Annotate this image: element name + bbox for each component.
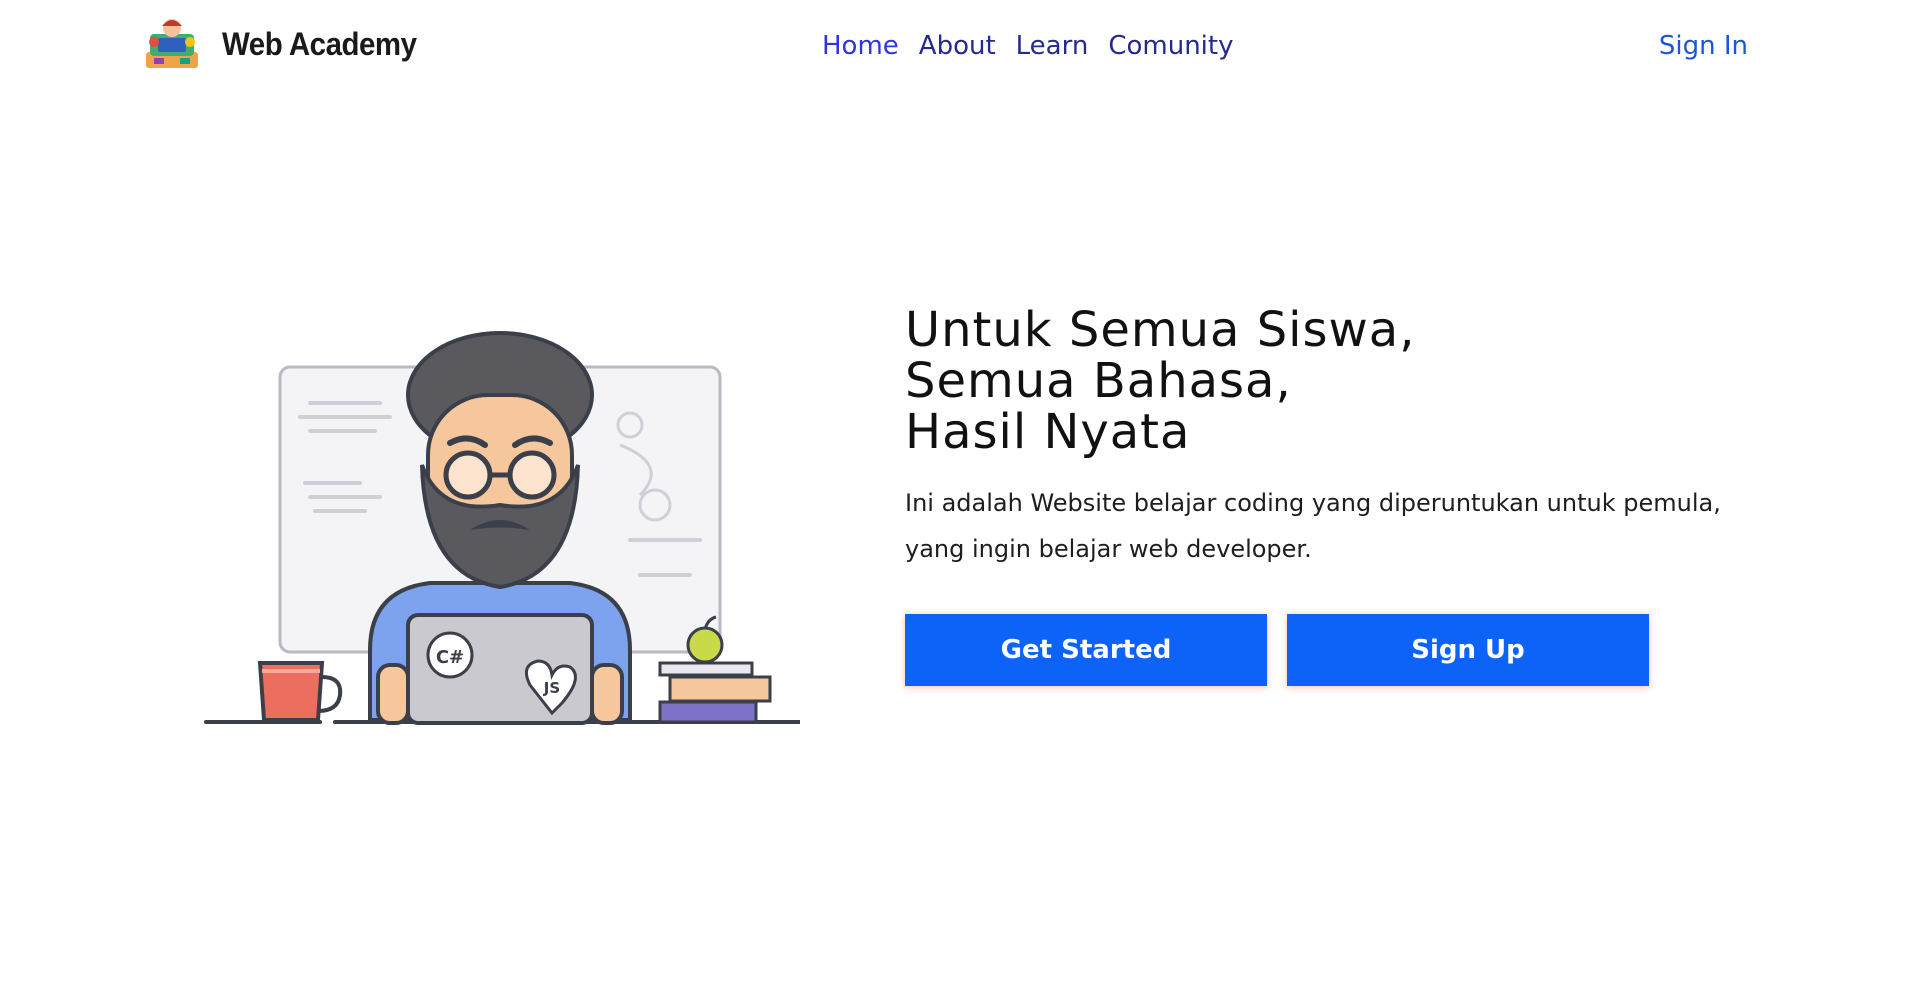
brand[interactable]: Web Academy [140,12,433,76]
nav-about[interactable]: About [919,31,996,61]
page: Web Academy Home About Learn Comunity Si… [0,0,1920,1000]
navbar: Web Academy Home About Learn Comunity Si… [0,0,1920,92]
main-nav: Home About Learn Comunity [822,22,1253,70]
hero-title-line-2: Semua Bahasa, [905,353,1292,409]
hero-text: Untuk Semua Siswa, Semua Bahasa, Hasil N… [905,305,1785,686]
nav-learn[interactable]: Learn [1016,31,1089,61]
laptop-sticker-js: JS [543,679,560,697]
laptop-sticker-csharp: C# [436,647,464,668]
get-started-button[interactable]: Get Started [905,614,1267,686]
hero-title-line-3: Hasil Nyata [905,404,1191,460]
hero-description: Ini adalah Website belajar coding yang d… [905,489,1721,563]
brand-name: Web Academy [222,25,417,62]
web-academy-logo-icon [146,19,198,68]
sign-in-link[interactable]: Sign In [1659,22,1748,70]
hero-buttons: Get Started Sign Up [905,614,1785,686]
sign-up-button[interactable]: Sign Up [1287,614,1649,686]
nav-home[interactable]: Home [822,31,899,61]
nav-comunity[interactable]: Comunity [1108,31,1233,61]
hero-title: Untuk Semua Siswa, Semua Bahasa, Hasil N… [905,305,1785,458]
hero-title-line-1: Untuk Semua Siswa, [905,302,1416,358]
programmer-with-laptop-illustration: C# JS [204,331,800,725]
